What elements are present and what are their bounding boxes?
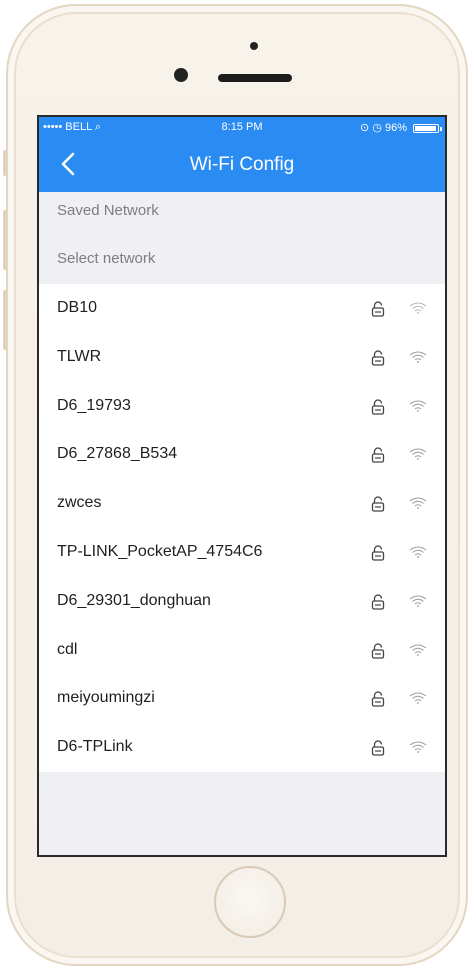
wifi-icon xyxy=(409,351,427,363)
lock-icon xyxy=(371,740,385,756)
proximity-sensor xyxy=(250,42,258,50)
app-header: ••••• BELL ⌕ 8:15 PM ⊙ ◷ 96% Wi-Fi Confi… xyxy=(39,117,445,192)
status-bar: ••••• BELL ⌕ 8:15 PM ⊙ ◷ 96% xyxy=(39,121,445,139)
lock-icon xyxy=(371,545,385,561)
network-row[interactable]: D6-TPLink xyxy=(39,723,445,772)
wifi-icon xyxy=(409,644,427,656)
network-name: D6_29301_donghuan xyxy=(57,591,211,609)
network-name: D6_27868_B534 xyxy=(57,445,178,463)
network-row[interactable]: DB10 xyxy=(39,284,445,333)
wifi-icon xyxy=(409,497,427,510)
lock-icon xyxy=(371,447,385,464)
wifi-icon xyxy=(409,302,427,314)
mute-switch xyxy=(3,150,7,176)
home-button[interactable] xyxy=(214,866,286,938)
network-name: TP-LINK_PocketAP_4754C6 xyxy=(57,542,263,560)
network-row[interactable]: TP-LINK_PocketAP_4754C6 xyxy=(39,528,445,577)
network-name: D6-TPLink xyxy=(57,738,133,756)
wifi-icon xyxy=(409,741,427,754)
network-name: D6_19793 xyxy=(57,396,131,414)
network-row[interactable]: D6_29301_donghuan xyxy=(39,577,445,626)
lock-icon xyxy=(371,594,385,610)
wifi-icon xyxy=(409,692,427,705)
wifi-icon xyxy=(409,595,427,607)
wifi-icon xyxy=(409,400,427,412)
phone-screen: ••••• BELL ⌕ 8:15 PM ⊙ ◷ 96% Wi-Fi Confi… xyxy=(37,115,447,857)
lock-icon xyxy=(371,496,385,512)
volume-down-button xyxy=(3,290,7,350)
wifi-icon xyxy=(409,448,427,461)
navigation-bar: Wi-Fi Config xyxy=(39,141,445,187)
saved-network-section[interactable]: Saved Network xyxy=(39,187,445,235)
network-name: DB10 xyxy=(57,299,98,316)
network-row[interactable]: meiyoumingzi xyxy=(39,674,445,723)
network-name: cdl xyxy=(57,640,78,658)
battery-tip xyxy=(440,127,442,131)
status-indicators: ⊙ ◷ 96% xyxy=(360,122,407,134)
lock-icon xyxy=(371,398,385,415)
volume-up-button xyxy=(3,210,7,270)
wifi-icon xyxy=(409,546,427,558)
page-title: Wi-Fi Config xyxy=(189,154,295,175)
network-name: zwces xyxy=(57,494,102,512)
lock-icon xyxy=(371,350,385,366)
network-name: meiyoumingzi xyxy=(57,689,155,707)
lock-icon xyxy=(371,642,385,659)
network-name: TLWR xyxy=(57,347,102,365)
select-network-header: Select network xyxy=(57,250,156,267)
lock-icon xyxy=(371,691,385,708)
network-row[interactable]: cdl xyxy=(39,626,445,675)
lock-icon xyxy=(371,301,385,317)
network-list: DB10 TLWR D6_19793 D6_27868_B534 zwces T… xyxy=(39,284,445,772)
front-camera xyxy=(174,68,188,82)
network-row[interactable]: TLWR xyxy=(39,333,445,382)
network-row[interactable]: zwces xyxy=(39,479,445,528)
network-row[interactable]: D6_19793 xyxy=(39,382,445,431)
earpiece-speaker xyxy=(218,74,292,82)
battery-icon xyxy=(413,124,439,133)
network-row[interactable]: D6_27868_B534 xyxy=(39,430,445,479)
